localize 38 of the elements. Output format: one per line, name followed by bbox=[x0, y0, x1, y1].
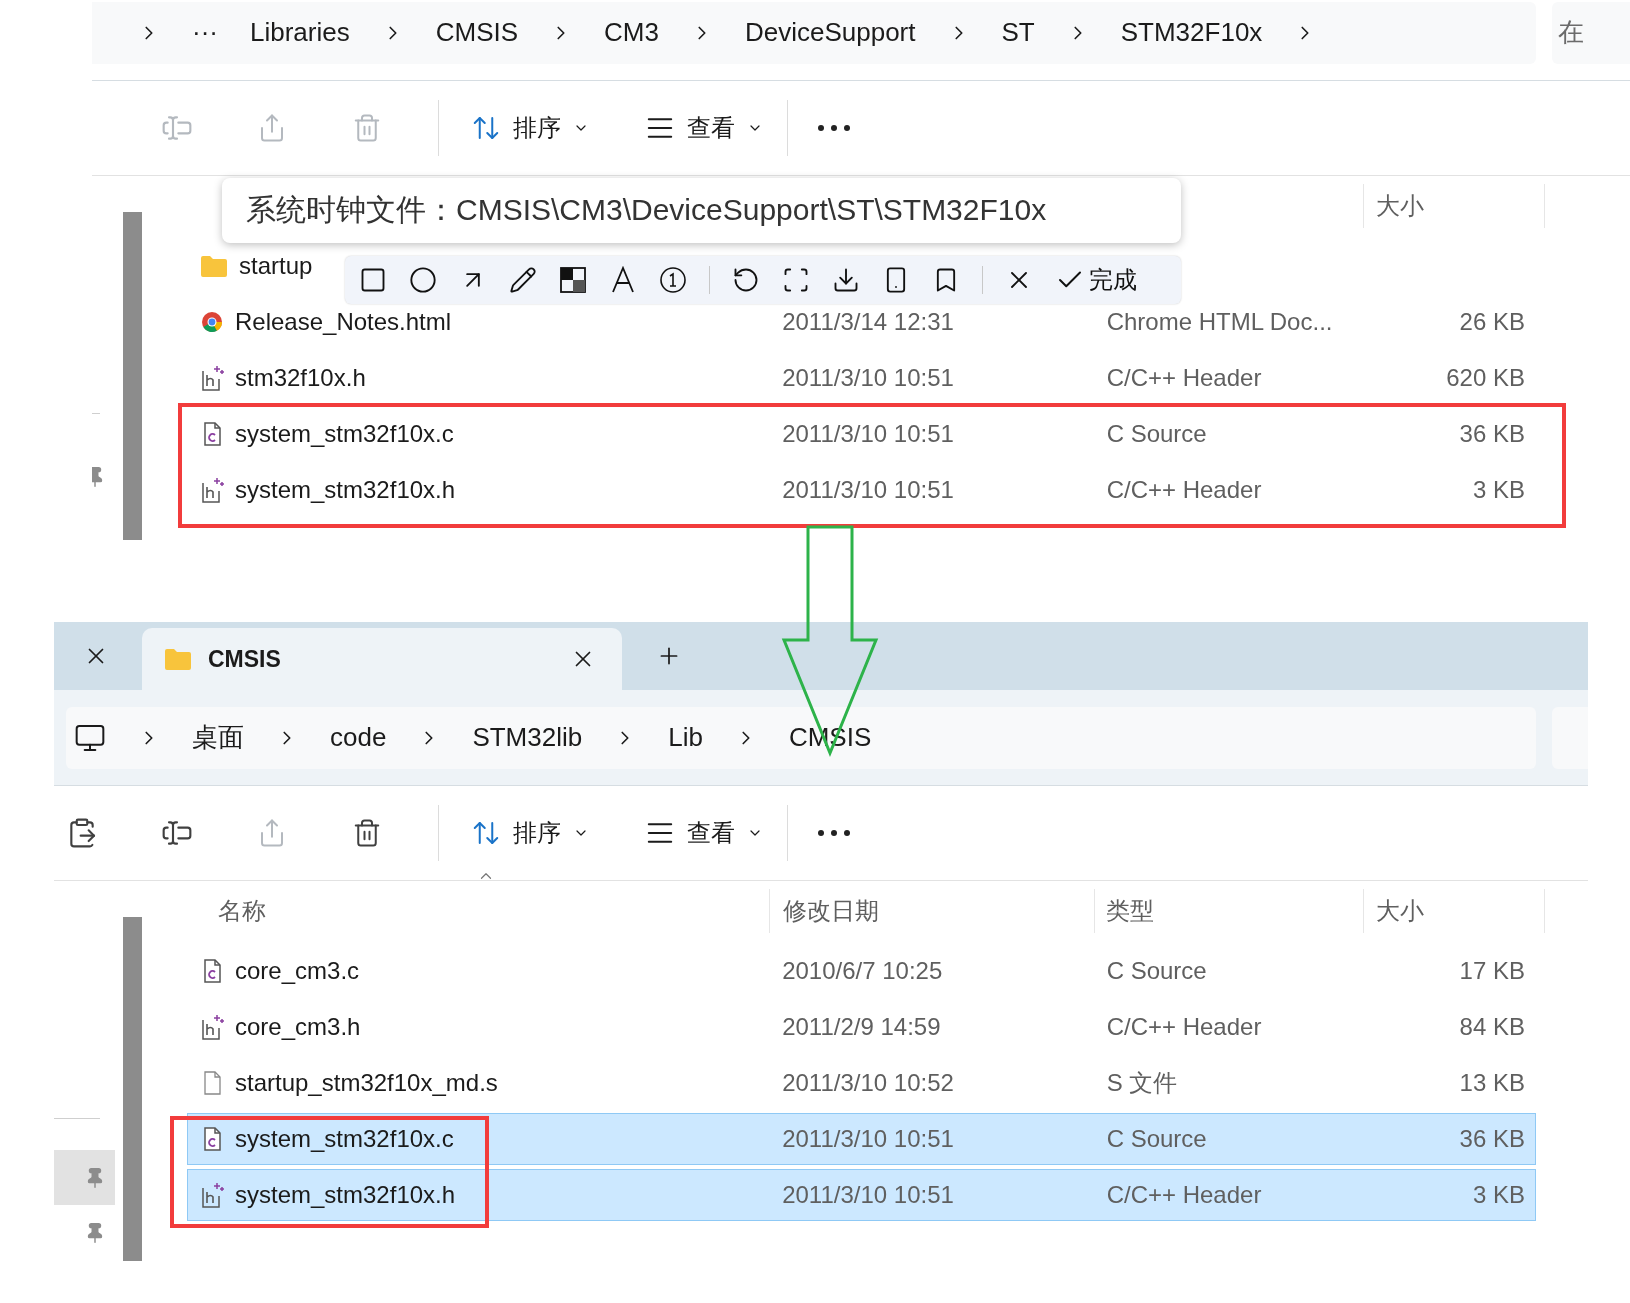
tooltip: 系统时钟文件：CMSIS\CM3\DeviceSupport\ST\STM32F10x bbox=[222, 178, 1181, 243]
file-type: C Source bbox=[1106, 1125, 1207, 1152]
file-date: 2011/3/10 10:51 bbox=[782, 364, 954, 391]
file-date: 2011/3/10 10:51 bbox=[782, 1181, 954, 1208]
file-size: 17 KB bbox=[1459, 957, 1525, 984]
file-size: 36 KB bbox=[1459, 420, 1525, 447]
file-date: 2011/3/10 10:52 bbox=[782, 1069, 954, 1096]
file-name: startup_stm32f10x_md.s bbox=[235, 1069, 498, 1097]
file-size: 620 KB bbox=[1446, 364, 1525, 391]
file-type: C/C++ Header bbox=[1106, 1013, 1262, 1040]
file-name: system_stm32f10x.h bbox=[235, 1181, 456, 1209]
file-date: 2011/3/14 12:31 bbox=[782, 308, 954, 335]
file-date: 2011/3/10 10:51 bbox=[782, 476, 954, 503]
file-type: C Source bbox=[1106, 420, 1207, 447]
file-size: 3 KB bbox=[1472, 476, 1525, 503]
file-name: Release_Notes.html bbox=[235, 308, 452, 336]
file-date: 2010/6/7 10:25 bbox=[782, 957, 943, 984]
file-type: C/C++ Header bbox=[1106, 364, 1262, 391]
file-name: system_stm32f10x.c bbox=[235, 420, 454, 448]
file-type: Chrome HTML Doc... bbox=[1106, 308, 1333, 335]
file-name: system_stm32f10x.h bbox=[235, 476, 456, 504]
file-date: 2011/3/10 10:51 bbox=[782, 420, 954, 447]
file-size: 84 KB bbox=[1459, 1013, 1525, 1040]
file-size: 36 KB bbox=[1459, 1125, 1525, 1152]
file-type: C/C++ Header bbox=[1106, 476, 1262, 503]
file-date: 2011/3/10 10:51 bbox=[782, 1125, 954, 1152]
file-name: startup bbox=[239, 252, 313, 280]
file-type: C Source bbox=[1106, 957, 1207, 984]
file-name: core_cm3.h bbox=[235, 1013, 361, 1041]
file-type: C/C++ Header bbox=[1106, 1181, 1262, 1208]
file-name: core_cm3.c bbox=[235, 957, 360, 985]
file-name: system_stm32f10x.c bbox=[235, 1125, 454, 1153]
file-date: 2011/2/9 14:59 bbox=[782, 1013, 941, 1040]
file-name: stm32f10x.h bbox=[235, 364, 366, 392]
file-size: 26 KB bbox=[1459, 308, 1525, 335]
file-type: S 文件 bbox=[1106, 1069, 1178, 1096]
file-size: 3 KB bbox=[1472, 1181, 1525, 1208]
file-size: 13 KB bbox=[1459, 1069, 1525, 1096]
